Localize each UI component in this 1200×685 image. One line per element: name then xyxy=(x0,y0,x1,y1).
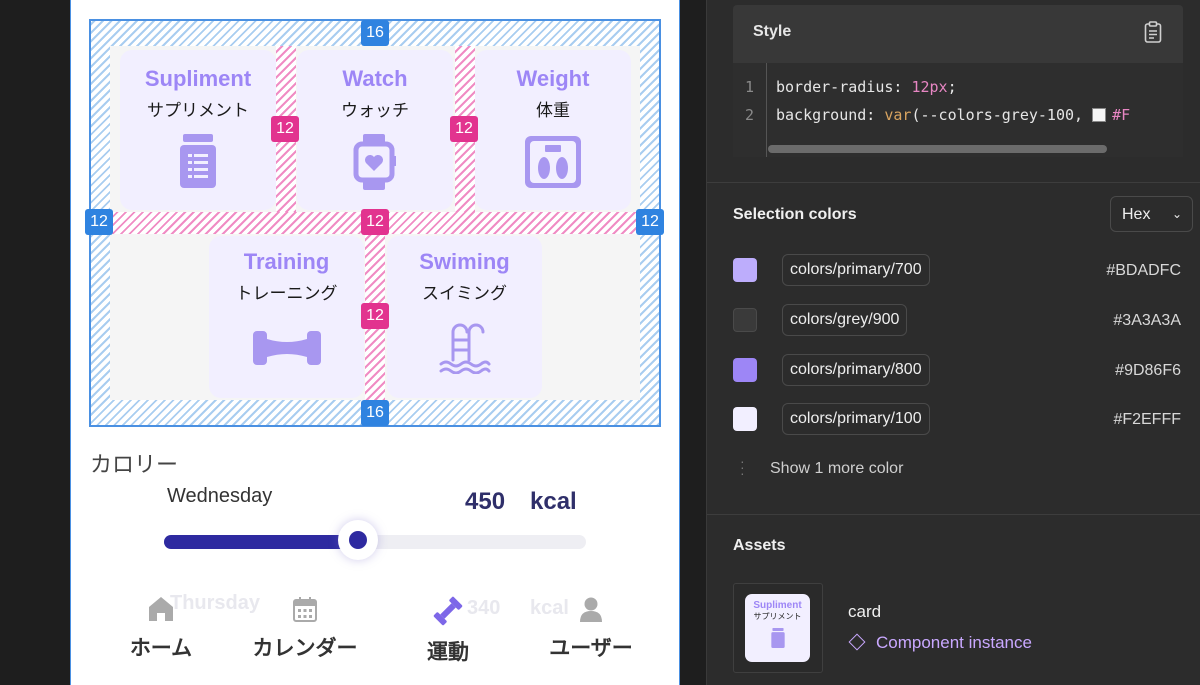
line-number: 2 xyxy=(745,106,755,124)
card-title-jp: 体重 xyxy=(536,101,570,121)
code-paren: ( xyxy=(911,106,921,124)
chevron-down-icon: ⌄ xyxy=(1171,207,1182,221)
padding-bottom-badge: 16 xyxy=(361,400,389,426)
user-icon xyxy=(580,597,602,622)
dumbbell-icon xyxy=(252,331,321,370)
nav-exercise[interactable]: 運動 xyxy=(420,596,476,666)
card-training[interactable]: Training トレーニング xyxy=(209,236,364,398)
scale-icon xyxy=(525,136,581,193)
smartwatch-icon xyxy=(353,134,397,195)
assets-title: Assets xyxy=(733,537,786,554)
color-token[interactable]: colors/grey/900 xyxy=(782,304,908,336)
code-semicolon: ; xyxy=(947,78,957,96)
code-separator: , xyxy=(1074,106,1093,124)
color-swatch[interactable] xyxy=(733,407,757,431)
asset-name[interactable]: card xyxy=(848,602,881,622)
card-supplement[interactable]: Supliment サプリメント xyxy=(120,50,276,210)
color-token[interactable]: colors/primary/700 xyxy=(782,254,930,286)
color-token[interactable]: colors/primary/100 xyxy=(782,403,930,435)
app-root: Supliment サプリメント Watch ウォッチ Weight 体重 Tr… xyxy=(0,0,1200,685)
home-icon xyxy=(149,597,173,621)
asset-type[interactable]: Component instance xyxy=(876,633,1032,653)
code-horizontal-scrollbar[interactable] xyxy=(768,145,1107,153)
style-section-title: Style xyxy=(753,23,792,40)
asset-card-preview: Supliment サプリメント xyxy=(745,594,810,662)
color-hex[interactable]: #F2EFFF xyxy=(1113,411,1181,429)
color-swatch[interactable] xyxy=(733,358,757,382)
calorie-day: Wednesday xyxy=(167,485,273,507)
card-title-en: Weight xyxy=(516,66,590,91)
color-format-select[interactable]: Hex ⌄ xyxy=(1110,196,1193,232)
code-line-2: background: var(--colors-grey-100, #F xyxy=(776,106,1183,124)
color-format-value: Hex xyxy=(1122,206,1151,223)
color-hex[interactable]: #BDADFC xyxy=(1106,262,1181,280)
calorie-title: カロリー xyxy=(90,453,179,478)
calorie-slider-thumb[interactable] xyxy=(338,520,379,560)
calorie-value: 450 xyxy=(465,488,506,515)
code-prop: background: xyxy=(776,106,885,124)
color-swatch[interactable] xyxy=(733,258,757,282)
code-gutter-divider xyxy=(766,63,767,157)
nav-calendar-label: カレンダー xyxy=(252,636,358,660)
padding-left-badge: 12 xyxy=(85,209,113,235)
selection-colors-title: Selection colors xyxy=(733,206,857,223)
padding-right-badge: 12 xyxy=(636,209,664,235)
calorie-slider-fill xyxy=(164,535,367,549)
card-weight[interactable]: Weight 体重 xyxy=(475,50,631,210)
line-number: 1 xyxy=(745,78,755,96)
nav-exercise-label: 運動 xyxy=(427,640,469,664)
card-title-jp: サプリメント xyxy=(147,101,249,121)
section-divider xyxy=(707,182,1200,183)
supplement-bottle-icon xyxy=(180,134,216,193)
code-line-1: border-radius: 12px; xyxy=(776,78,1183,96)
gap-badge-column-2: 12 xyxy=(450,116,478,142)
calorie-unit: kcal xyxy=(530,488,577,515)
pool-ladder-icon xyxy=(439,320,491,379)
nav-user-label: ユーザー xyxy=(549,636,633,660)
card-title-en: Watch xyxy=(342,66,408,91)
code-hex: #F xyxy=(1112,106,1131,124)
code-variable: --colors-grey-100 xyxy=(920,106,1075,124)
padding-top-badge: 16 xyxy=(361,20,389,46)
card-swimming[interactable]: Swiming スイミング xyxy=(387,236,542,398)
show-more-colors-button[interactable]: Show 1 more color xyxy=(770,460,903,478)
card-title-jp: ウォッチ xyxy=(341,101,409,121)
clipboard-icon[interactable] xyxy=(1143,21,1163,48)
supplement-bottle-icon xyxy=(770,628,785,648)
gap-badge-row: 12 xyxy=(361,209,389,235)
section-divider xyxy=(707,514,1200,515)
asset-preview-title-en: Supliment xyxy=(753,600,802,611)
color-hex[interactable]: #3A3A3A xyxy=(1113,312,1181,330)
code-prop: border-radius: xyxy=(776,78,912,96)
nav-home[interactable]: ホーム xyxy=(125,596,197,662)
color-token[interactable]: colors/primary/800 xyxy=(782,354,930,386)
dumbbell-icon xyxy=(433,596,463,626)
color-chip-icon xyxy=(1092,108,1107,122)
card-watch[interactable]: Watch ウォッチ xyxy=(297,50,453,210)
color-swatch[interactable] xyxy=(733,308,757,332)
card-title-en: Supliment xyxy=(144,66,252,91)
gap-badge-column-1: 12 xyxy=(271,116,299,142)
code-function: var xyxy=(884,106,912,124)
more-dots-icon: · · · xyxy=(740,453,745,481)
gap-badge-column-bottom: 12 xyxy=(361,303,389,329)
card-title-en: Training xyxy=(243,249,330,274)
code-value: 12px xyxy=(911,78,948,96)
nav-calendar[interactable]: カレンダー xyxy=(250,596,360,662)
color-hex[interactable]: #9D86F6 xyxy=(1115,362,1181,380)
card-title-jp: スイミング xyxy=(422,284,507,304)
card-title-en: Swiming xyxy=(419,249,510,274)
asset-preview-title-jp: サプリメント xyxy=(753,612,802,621)
nav-home-label: ホーム xyxy=(129,636,193,660)
calendar-icon xyxy=(293,597,317,622)
nav-user[interactable]: ユーザー xyxy=(546,596,636,662)
card-title-jp: トレーニング xyxy=(235,284,338,304)
